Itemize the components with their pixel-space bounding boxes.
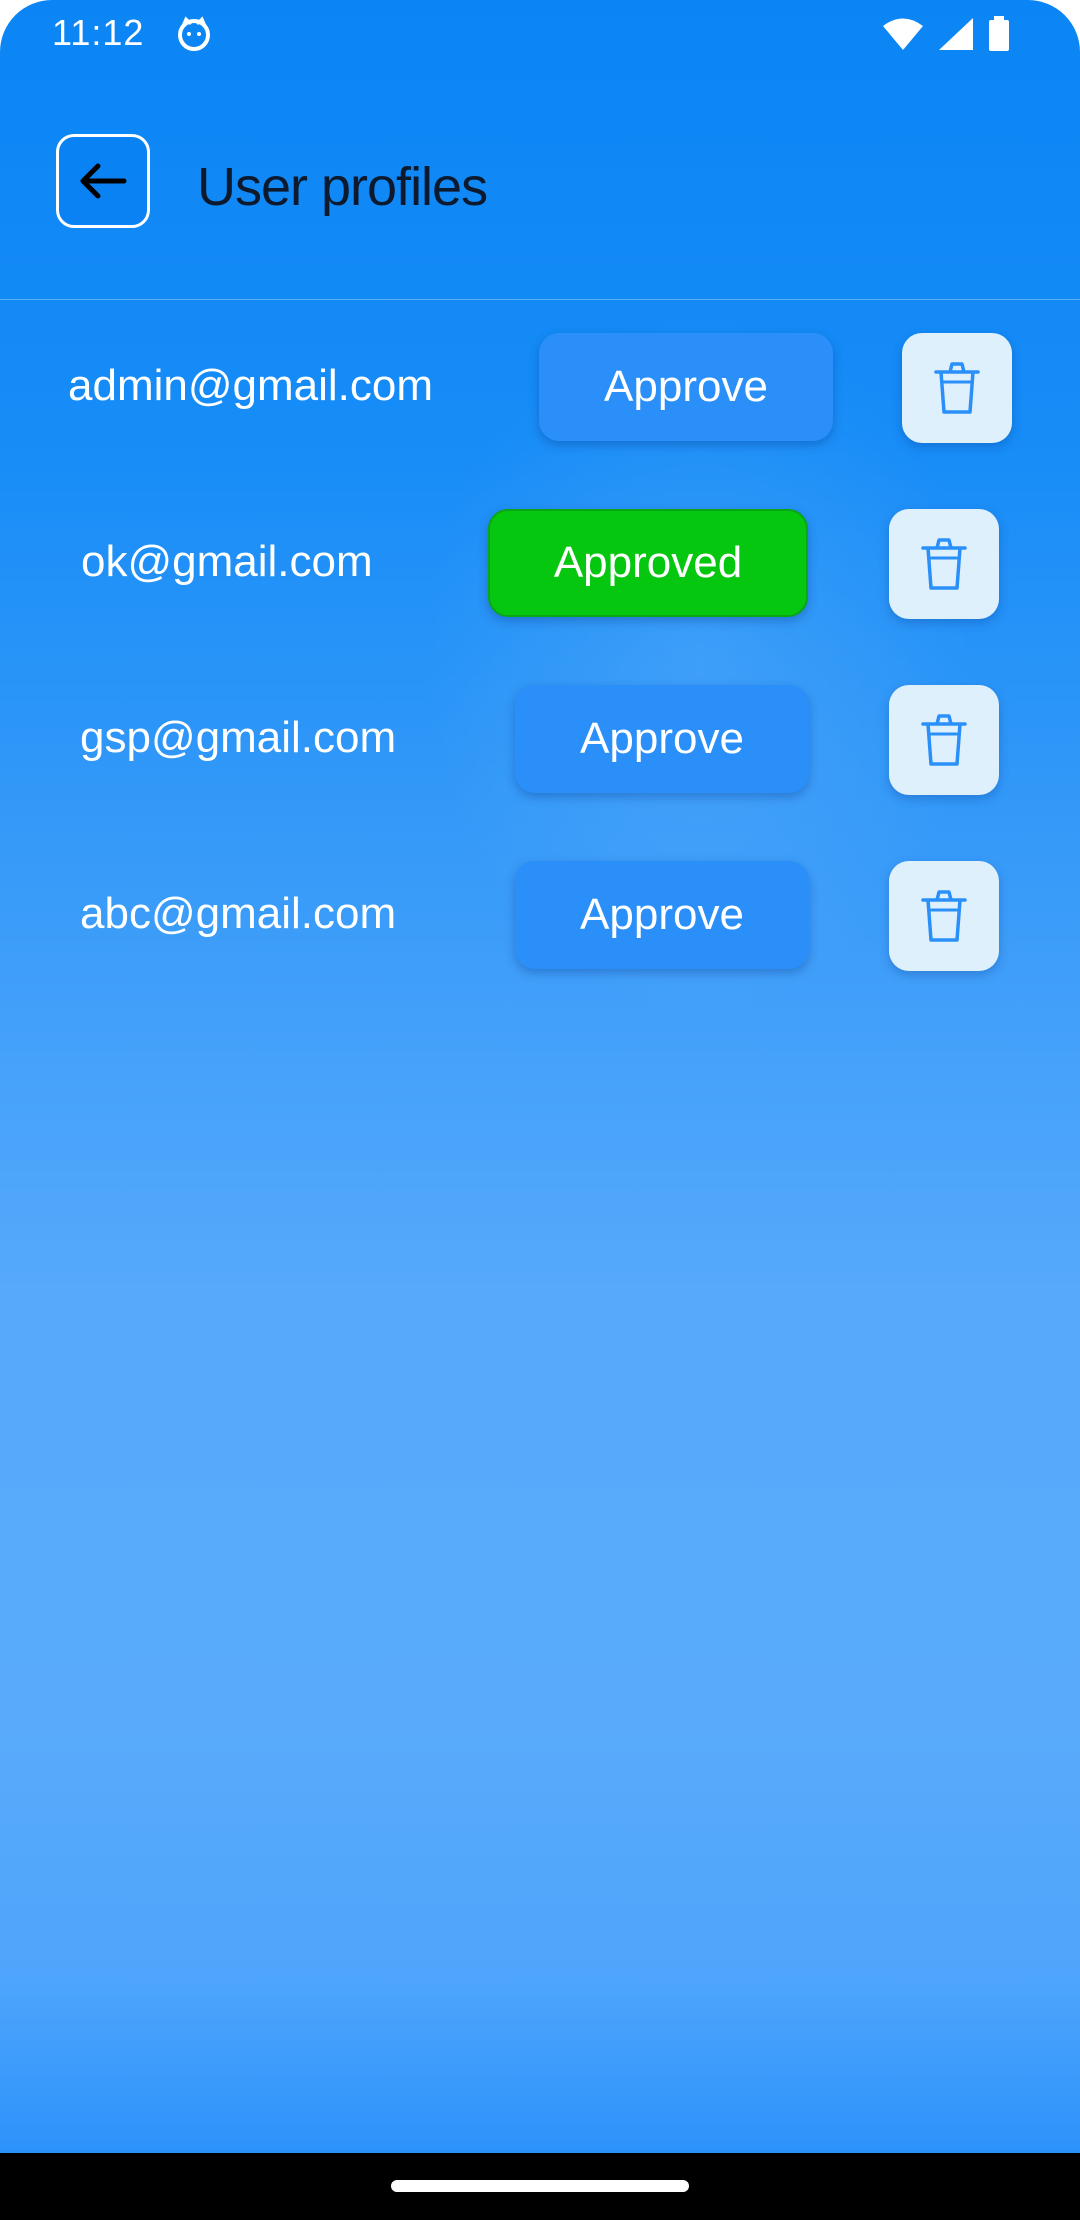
user-row: gsp@gmail.com Approve (0, 685, 1080, 797)
delete-button[interactable] (902, 333, 1012, 443)
app-header: User profiles (0, 70, 1080, 300)
trash-icon (934, 362, 980, 414)
approve-button[interactable]: Approve (539, 333, 833, 441)
delete-button[interactable] (889, 861, 999, 971)
wifi-icon (883, 18, 923, 50)
trash-icon (921, 890, 967, 942)
back-button[interactable] (56, 134, 150, 228)
approved-button[interactable]: Approved (488, 509, 808, 617)
approve-button[interactable]: Approve (515, 685, 809, 793)
status-bar: 11:12 (0, 0, 1080, 70)
battery-icon (989, 16, 1009, 51)
delete-button[interactable] (889, 685, 999, 795)
delete-button[interactable] (889, 509, 999, 619)
page-title: User profiles (197, 157, 488, 217)
user-row: abc@gmail.com Approve (0, 861, 1080, 973)
cellular-signal-icon (939, 18, 973, 50)
approve-button[interactable]: Approve (515, 861, 809, 969)
cat-face-icon (178, 16, 210, 51)
app-screen: 11:12 User profiles admin@gmail.com Appr… (0, 0, 1080, 2153)
navigation-bar (0, 2153, 1080, 2220)
trash-icon (921, 714, 967, 766)
user-email: admin@gmail.com (68, 361, 433, 410)
user-email: gsp@gmail.com (80, 713, 397, 762)
arrow-left-icon (80, 163, 127, 199)
home-indicator[interactable] (391, 2180, 689, 2192)
status-time: 11:12 (52, 12, 145, 53)
user-row: admin@gmail.com Approve (0, 333, 1080, 445)
user-email: ok@gmail.com (81, 537, 373, 586)
status-icons (882, 16, 1010, 52)
user-email: abc@gmail.com (80, 889, 397, 938)
user-row: ok@gmail.com Approved (0, 509, 1080, 621)
trash-icon (921, 538, 967, 590)
